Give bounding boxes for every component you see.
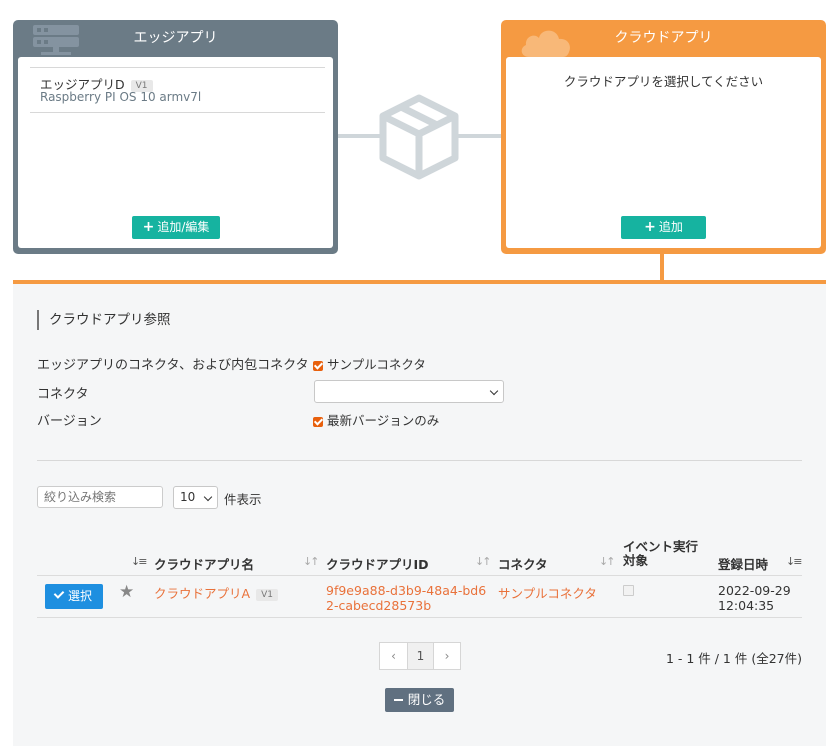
close-button-label: 閉じる bbox=[407, 692, 446, 707]
sort-icon[interactable]: ↓↑ bbox=[599, 555, 616, 568]
pagination-next-button[interactable]: › bbox=[433, 642, 461, 670]
select-button[interactable]: 選択 bbox=[45, 584, 103, 609]
check-icon bbox=[53, 588, 65, 599]
pagination-page-1[interactable]: 1 bbox=[407, 642, 434, 670]
edge-app-item: エッジアプリD V1 Raspberry PI OS 10 armv7l bbox=[30, 67, 325, 113]
package-box-icon bbox=[379, 94, 459, 184]
time-line: 12:04:35 bbox=[718, 598, 775, 613]
checkbox-checked-icon bbox=[313, 360, 323, 371]
form-divider bbox=[37, 460, 802, 461]
close-button[interactable]: 閉じる bbox=[385, 688, 454, 712]
page-size-select[interactable]: 10 bbox=[173, 486, 218, 509]
cloud-app-name-text[interactable]: クラウドアプリA bbox=[154, 586, 250, 601]
table-header-line bbox=[37, 575, 802, 576]
chevron-down-icon bbox=[203, 492, 213, 502]
panel-title: クラウドアプリ参照 bbox=[37, 310, 171, 330]
connector-link[interactable]: サンプルコネクタ bbox=[498, 583, 597, 602]
connector-label: コネクタ bbox=[37, 387, 89, 402]
page-size-value: 10 bbox=[180, 490, 196, 504]
cloud-add-button[interactable]: + 追加 bbox=[621, 216, 706, 239]
sort-icon[interactable]: ↓↑ bbox=[303, 555, 320, 568]
col-header-event-line1: イベント実行 bbox=[623, 539, 699, 554]
edge-app-body: エッジアプリD V1 Raspberry PI OS 10 armv7l + 追加/… bbox=[18, 57, 333, 248]
cloud-app-reference-panel: クラウドアプリ参照 エッジアプリのコネクタ、および内包コネクタ サンプルコネクタ… bbox=[13, 280, 826, 746]
plus-icon: + bbox=[142, 219, 155, 235]
edge-app-os: Raspberry PI OS 10 armv7l bbox=[40, 90, 202, 104]
edge-app-title: エッジアプリ bbox=[133, 30, 218, 46]
sort-icon[interactable]: ↓↑ bbox=[475, 555, 492, 568]
table-bottom-line bbox=[37, 617, 802, 618]
version-badge: V1 bbox=[256, 588, 278, 601]
col-header-connector[interactable]: コネクタ bbox=[498, 554, 548, 573]
cloud-app-id-line1: 9f9e9a88-d3b9-48a4-bd6 bbox=[326, 583, 487, 598]
result-count: 1 - 1 件 / 1 件 (全27件) bbox=[665, 651, 802, 666]
cloud-app-id-link[interactable]: 9f9e9a88-d3b9-48a4-bd6 2-cabecd28573b bbox=[326, 583, 486, 613]
select-button-label: 選択 bbox=[67, 589, 92, 603]
checkbox-checked-icon bbox=[313, 416, 323, 427]
sort-icon[interactable]: ↓≡ bbox=[786, 555, 803, 568]
cloud-app-body: クラウドアプリを選択してください + 追加 bbox=[506, 57, 821, 248]
cloud-app-id-line2: 2-cabecd28573b bbox=[326, 598, 432, 613]
favorite-star-icon[interactable]: ★ bbox=[119, 582, 134, 602]
connector-scope-checkbox[interactable]: サンプルコネクタ bbox=[313, 354, 426, 373]
col-header-id[interactable]: クラウドアプリID bbox=[326, 554, 429, 573]
event-target-checkbox bbox=[623, 585, 634, 596]
cloud-app-message: クラウドアプリを選択してください bbox=[563, 74, 764, 89]
cloud-app-card: クラウドアプリ クラウドアプリを選択してください + 追加 bbox=[501, 20, 826, 254]
filter-search-input[interactable] bbox=[37, 486, 163, 508]
cloud-app-name-link[interactable]: クラウドアプリA V1 bbox=[154, 583, 278, 602]
latest-version-value: 最新バージョンのみ bbox=[327, 413, 440, 428]
registered-datetime: 2022-09-29 12:04:35 bbox=[718, 583, 791, 613]
date-line: 2022-09-29 bbox=[718, 583, 791, 598]
plus-icon: + bbox=[644, 219, 656, 235]
connector-scope-value: サンプルコネクタ bbox=[327, 357, 426, 372]
latest-version-checkbox[interactable]: 最新バージョンのみ bbox=[313, 410, 439, 429]
page-size-suffix: 件表示 bbox=[224, 492, 262, 507]
col-header-name[interactable]: クラウドアプリ名 bbox=[154, 554, 254, 573]
cloud-app-title: クラウドアプリ bbox=[614, 30, 713, 46]
connector-scope-label: エッジアプリのコネクタ、および内包コネクタ bbox=[37, 358, 309, 373]
chevron-down-icon bbox=[489, 386, 499, 396]
edge-add-edit-label: 追加/編集 bbox=[157, 220, 210, 234]
minus-icon bbox=[393, 698, 403, 701]
cloud-add-label: 追加 bbox=[658, 220, 683, 234]
col-header-event-line2: 対象 bbox=[623, 553, 649, 568]
connector-line-left bbox=[338, 134, 382, 138]
pagination-prev-button[interactable]: ‹ bbox=[379, 642, 408, 670]
sort-icon[interactable]: ↓≡ bbox=[131, 555, 148, 568]
version-label: バージョン bbox=[37, 414, 102, 429]
edge-add-edit-button[interactable]: + 追加/編集 bbox=[132, 216, 220, 239]
connector-select[interactable] bbox=[314, 380, 504, 403]
edge-app-card: エッジアプリ エッジアプリD V1 Raspberry PI OS 10 armv… bbox=[13, 20, 338, 254]
col-header-event-target[interactable]: イベント実行 対象 bbox=[623, 540, 698, 568]
col-header-date[interactable]: 登録日時 bbox=[718, 554, 768, 573]
connector-line-right bbox=[456, 134, 501, 138]
orange-connector-stem bbox=[660, 254, 664, 280]
